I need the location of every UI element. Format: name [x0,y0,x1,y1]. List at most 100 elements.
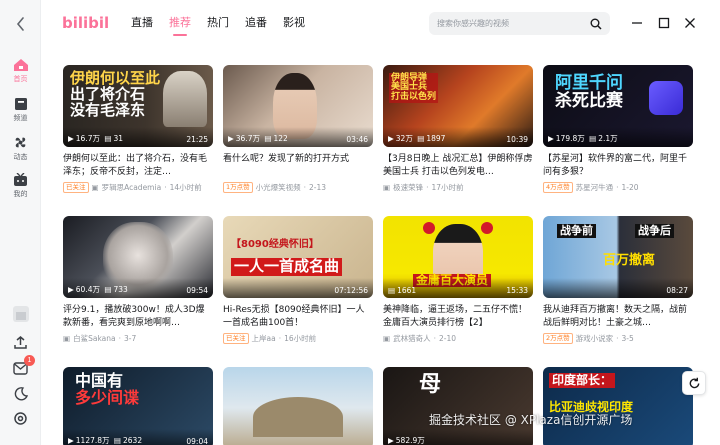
moon-icon [14,386,28,400]
author-name[interactable]: 极速荣锋 [393,182,423,193]
message-button[interactable]: 1 [12,355,35,377]
video-meta: ▣ 极速荣锋 · 17小时前 [383,182,464,193]
publish-time: 2-10 [438,334,457,343]
video-duration: 10:39 [506,135,528,144]
like-tag: 1万点赞 [223,182,253,193]
video-card[interactable]: 中国有 多少间谍 ▶ 1127.8万 ▤ 2632 09:04 [63,367,213,445]
view-count: ▶ 179.8万 ▤ 2.1万 [548,134,618,143]
sidebar: 首页 频道 动态 我的 1 [0,0,41,445]
avatar[interactable] [12,305,29,322]
refresh-button[interactable] [682,371,706,395]
up-icon: ▣ [383,183,391,192]
author-name[interactable]: 上岸aa [252,333,276,344]
follow-tag: 已关注 [63,182,89,193]
video-meta: ▣ 白鲨Sakana · 3-7 [63,333,137,344]
video-thumbnail[interactable]: 阿里千问 杀死比赛 ▶ 179.8万 ▤ 2.1万 [543,65,693,147]
view-count: ▶ 582.9万 [388,436,425,445]
video-duration: 08:27 [666,286,688,295]
close-button[interactable] [681,14,699,32]
video-thumbnail[interactable]: ▶ 60.4万 ▤ 733 09:54 [63,216,213,298]
author-name[interactable]: 罗辑思Academia [102,182,162,193]
author-name[interactable]: 白鲨Sakana [73,333,116,344]
video-card[interactable]: 伊朗何以至此 出了将介石 没有毛泽东 ▶ 16.7万 ▤ 31 21:25 伊朗何以… [63,65,213,193]
video-thumbnail[interactable]: 中国有 多少间谍 ▶ 1127.8万 ▤ 2632 09:04 [63,367,213,445]
video-thumbnail[interactable] [223,367,373,445]
theme-toggle[interactable] [12,385,29,402]
video-card[interactable]: 金庸百大演员 ▤ 1661 15:33 美神降临，逼王返场，二五仔不慌！金庸百大… [383,216,533,344]
thumbnail-text: 【8090经典怀旧】 [231,239,319,250]
bilibili-logo[interactable]: bilibili [62,10,110,34]
publish-time: 17小时前 [431,183,464,192]
video-thumbnail[interactable]: 印度部长： 比亚迪歧视印度 [543,367,693,445]
video-card[interactable]: 母 ▶ 582.9万 [383,367,533,445]
sidebar-item-label: 我的 [13,190,28,198]
video-card[interactable]: 伊朗导弹 美国士兵 打击以色列 ▶ 32万 ▤ 1897 10:39 【3月8日晚上… [383,65,533,193]
dynamic-icon [15,137,26,148]
thumbnail-text: 印度部长： [549,373,616,388]
video-card[interactable]: 印度部长： 比亚迪歧视印度 [543,367,693,445]
video-thumbnail[interactable]: 伊朗何以至此 出了将介石 没有毛泽东 ▶ 16.7万 ▤ 31 21:25 [63,65,213,147]
sidebar-item-my[interactable]: 我的 [0,173,41,199]
view-count: ▶ 1127.8万 ▤ 2632 [68,436,143,445]
top-tabs: 直播 推荐 热门 追番 影视 [131,14,321,36]
sidebar-item-dynamic[interactable]: 动态 [0,135,41,162]
video-thumbnail[interactable]: 母 ▶ 582.9万 [383,367,533,445]
video-duration: 07:12:56 [334,286,368,295]
tv-icon [14,173,27,186]
like-tag: 2万点赞 [543,333,573,344]
author-name[interactable]: 苏星河牛通 [576,182,614,193]
video-card[interactable]: 战争前 战争后 百万撤离 08:27 我从迪拜百万撤离！数天之隔，战前战后鲜明对… [543,216,693,344]
video-card[interactable] [223,367,373,445]
video-thumbnail[interactable]: ▶ 36.7万 ▤ 122 03:46 [223,65,373,147]
video-title[interactable]: 我从迪拜百万撤离！数天之隔，战前战后鲜明对比！土豪之城… [543,304,693,330]
video-title[interactable]: 美神降临，逼王返场，二五仔不慌！金庸百大演员排行榜【2】 [383,304,533,330]
tab-movies[interactable]: 影视 [283,14,305,36]
video-card[interactable]: ▶ 36.7万 ▤ 122 03:46 看什么呢？发现了新的打开方式 1万点赞小… [223,65,373,193]
video-title[interactable]: 评分9.1，播放破300w！成人3D爆款新番，看完爽到原地啊啊… [63,304,213,330]
upload-icon [14,336,27,349]
video-card[interactable]: 【8090经典怀旧】 一人一首成名曲 07:12:56 Hi-Res无损【809… [223,216,373,344]
video-card[interactable]: ▶ 60.4万 ▤ 733 09:54 评分9.1，播放破300w！成人3D爆款… [63,216,213,344]
video-meta: 4万点赞 苏星河牛通 · 1-20 [543,182,693,193]
tab-recommend[interactable]: 推荐 [169,14,191,36]
video-duration: 03:46 [346,135,368,144]
video-card[interactable]: 阿里千问 杀死比赛 ▶ 179.8万 ▤ 2.1万 【苏星河】软件界的富二代，阿里… [543,65,693,193]
follow-tag: 已关注 [223,333,249,344]
up-icon: ▣ [91,183,99,192]
thumbnail-text: 伊朗导弹 美国士兵 打击以色列 [389,73,439,104]
tab-hot[interactable]: 热门 [207,14,229,36]
video-meta: 1万点赞 小光爆笑视频 · 2-13 [223,182,373,193]
video-thumbnail[interactable]: 【8090经典怀旧】 一人一首成名曲 07:12:56 [223,216,373,298]
search-icon[interactable] [590,18,602,30]
video-thumbnail[interactable]: 伊朗导弹 美国士兵 打击以色列 ▶ 32万 ▤ 1897 10:39 [383,65,533,147]
video-title[interactable]: 【苏星河】软件界的富二代，阿里千问有多狠？ [543,153,693,179]
tab-live[interactable]: 直播 [131,14,153,36]
minimize-button[interactable] [628,14,646,32]
author-name[interactable]: 游戏小说家 [576,333,614,344]
upload-button[interactable] [12,334,29,351]
sidebar-item-home[interactable]: 首页 [0,58,41,84]
maximize-button[interactable] [655,14,673,32]
video-title[interactable]: 看什么呢？发现了新的打开方式 [223,153,373,179]
home-icon [13,59,28,71]
settings-button[interactable] [12,410,29,427]
video-title[interactable]: 【3月8日晚上 战况汇总】伊朗称俘虏美国士兵 打击以色列发电… [383,153,533,179]
up-icon: ▣ [383,334,391,343]
video-title[interactable]: 伊朗何以至此：出了将介石，没有毛泽东；反帝不反封，注定… [63,153,213,179]
thumbnail-text: 战争前 [557,224,596,238]
view-count: ▶ 36.7万 ▤ 122 [228,134,288,143]
watermark: 掘金技术社区 @ XPlaza信创开源广场 [429,413,633,427]
video-thumbnail[interactable]: 战争前 战争后 百万撤离 08:27 [543,216,693,298]
tab-anime[interactable]: 追番 [245,14,267,36]
author-name[interactable]: 小光爆笑视频 [256,182,301,193]
search-bar [429,12,610,35]
author-name[interactable]: 武林猎奇人 [393,333,431,344]
chevron-left-icon [16,17,24,31]
thumbnail-text: 母 [419,372,442,397]
video-title[interactable]: Hi-Res无损【8090经典怀旧】一人一首成名曲100首！ [223,304,373,330]
back-button[interactable] [11,14,31,34]
avatar-icon [12,305,29,322]
sidebar-item-channel[interactable]: 频道 [0,97,41,123]
video-thumbnail[interactable]: 金庸百大演员 ▤ 1661 15:33 [383,216,533,298]
search-input[interactable] [437,19,590,28]
